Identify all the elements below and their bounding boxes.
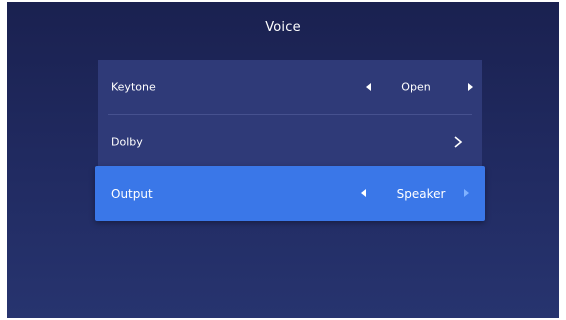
triangle-right-icon[interactable] — [468, 83, 473, 91]
chevron-right-icon[interactable] — [452, 135, 464, 149]
setting-row-output[interactable]: Output Speaker — [95, 166, 485, 221]
setting-row-keytone[interactable]: Keytone Open — [98, 60, 482, 114]
settings-panel: Keytone Open Dolby — [98, 60, 482, 170]
tv-settings-screen: Voice Keytone Open Dolby Output Speaker — [7, 2, 559, 318]
page-title: Voice — [265, 20, 301, 35]
setting-row-dolby[interactable]: Dolby — [98, 115, 482, 169]
setting-value-output: Speaker — [396, 186, 446, 201]
triangle-left-icon[interactable] — [361, 189, 366, 197]
setting-label-output: Output — [111, 186, 153, 201]
setting-value-keytone: Open — [401, 80, 431, 94]
setting-label-keytone: Keytone — [111, 80, 156, 94]
setting-label-dolby: Dolby — [111, 135, 143, 149]
triangle-right-icon[interactable] — [464, 189, 469, 197]
triangle-left-icon[interactable] — [366, 83, 371, 91]
